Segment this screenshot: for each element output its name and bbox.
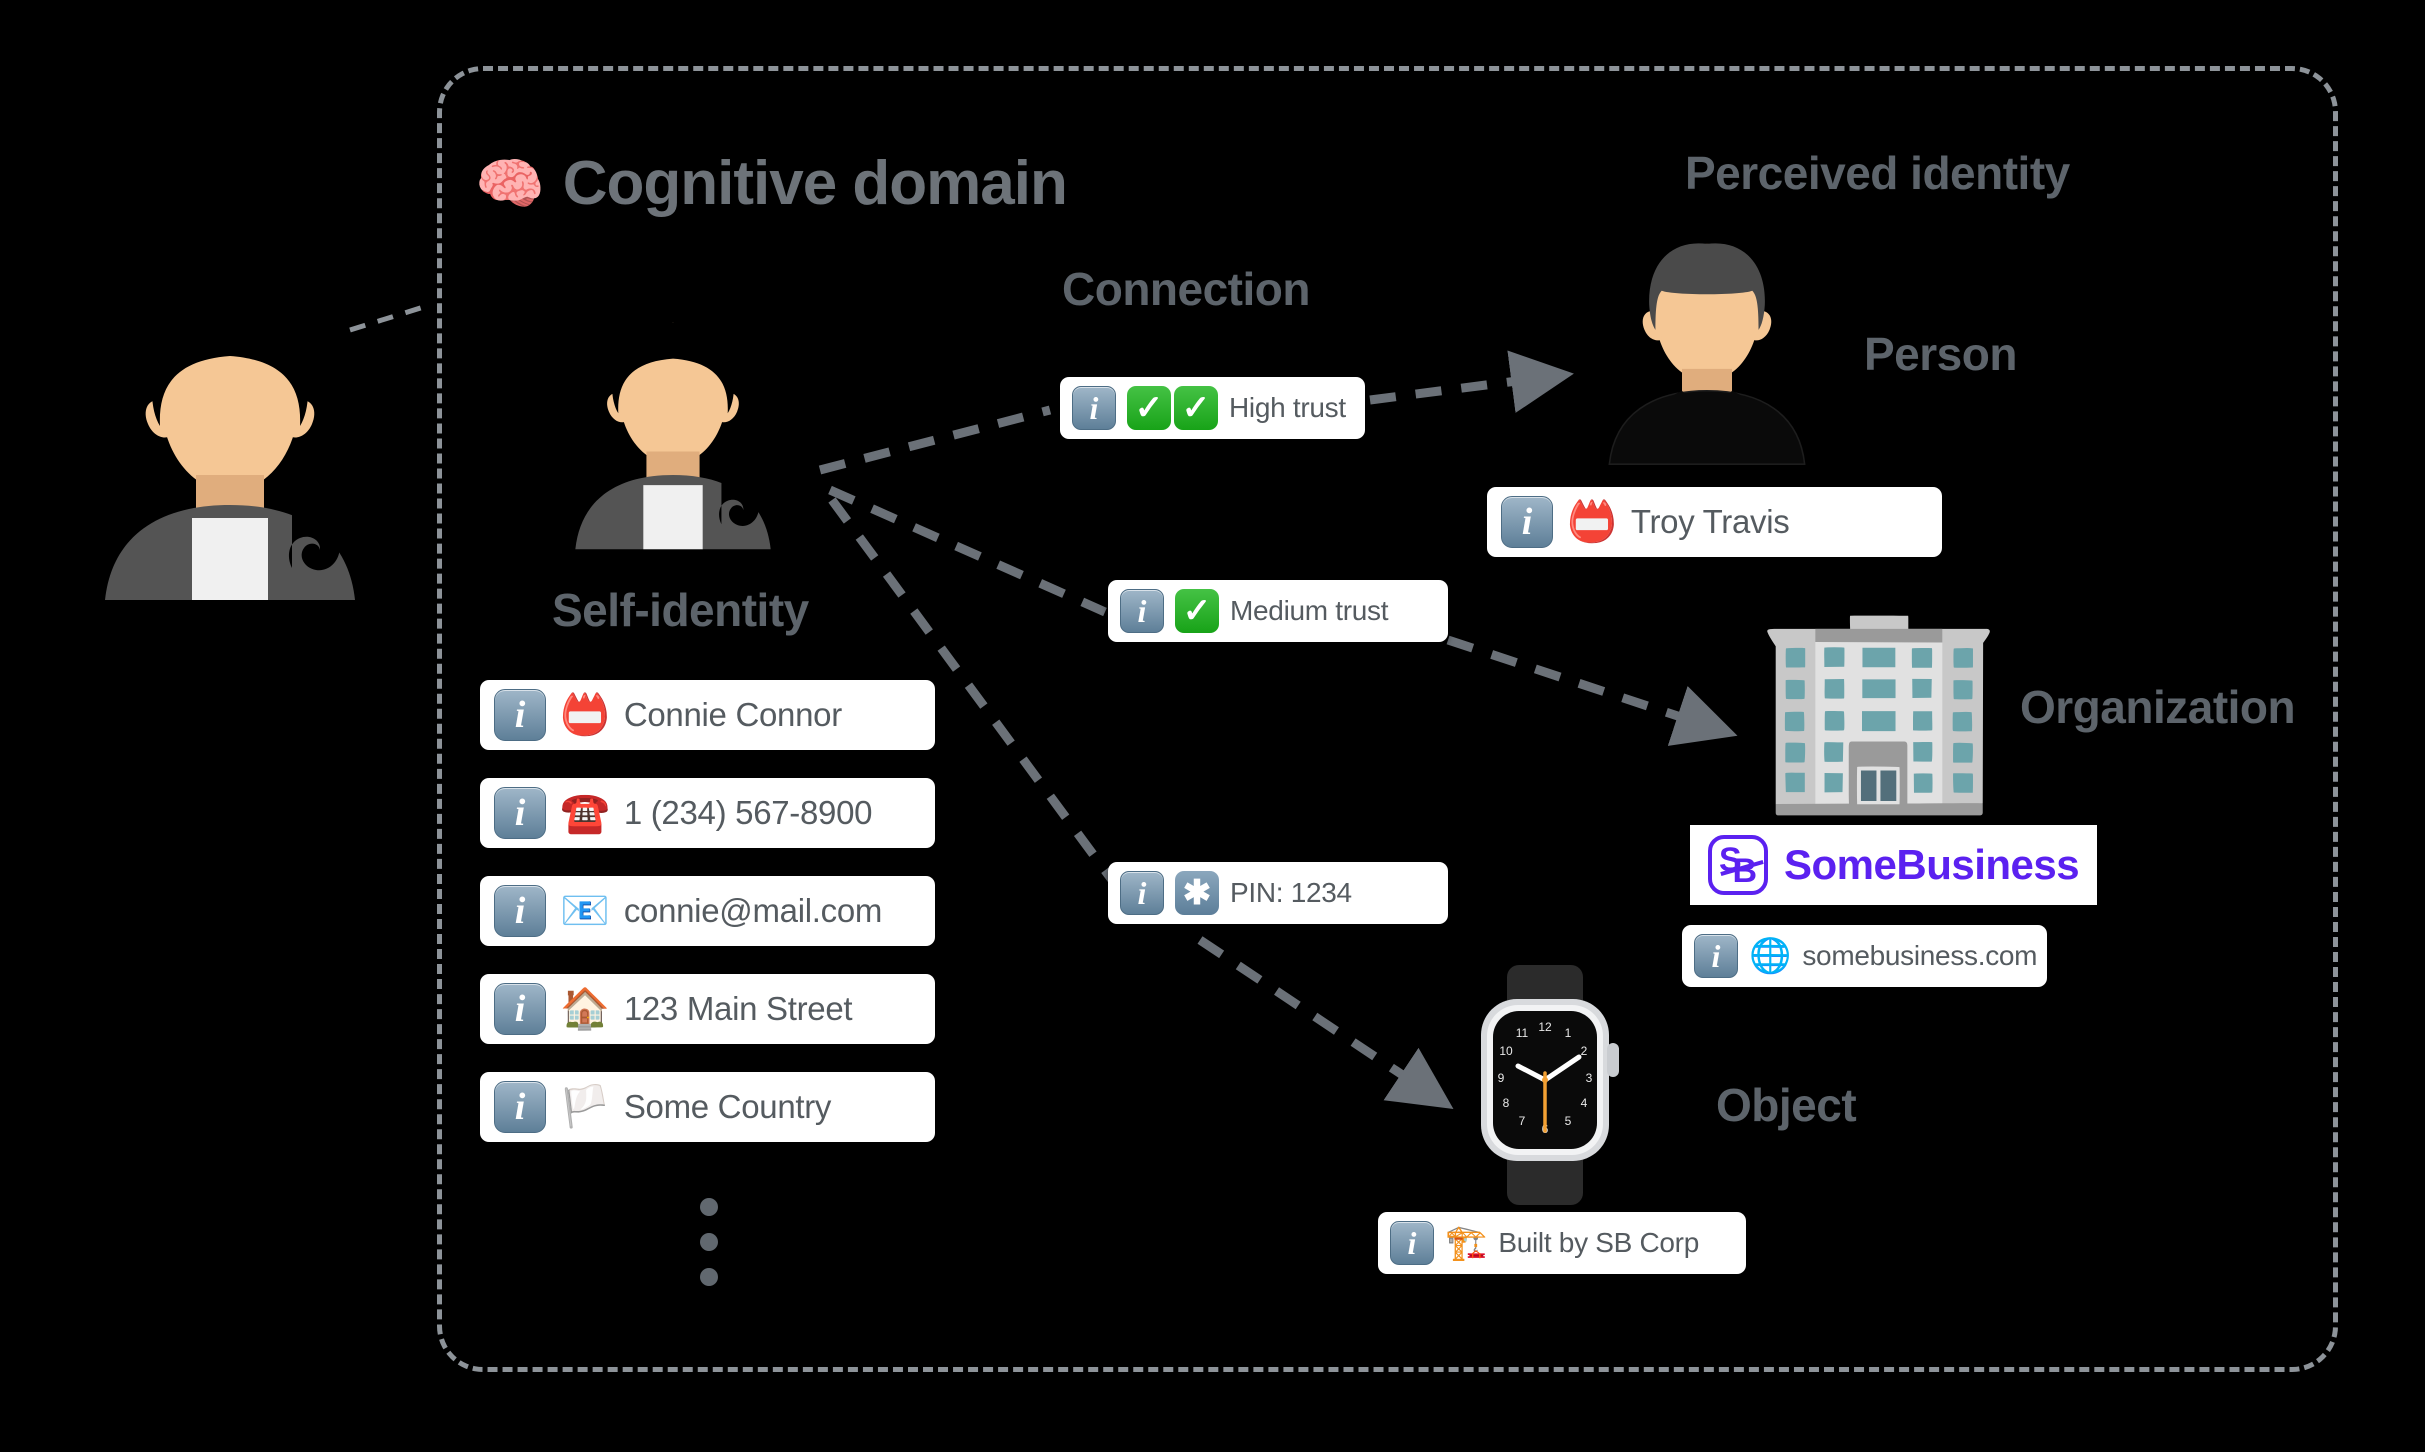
ellipsis-dot [700, 1268, 718, 1286]
svg-text:2: 2 [1581, 1044, 1588, 1058]
self-identity-value: 1 (234) 567-8900 [623, 794, 873, 831]
connection-card-medium-trust[interactable]: i ✓ Medium trust [1108, 580, 1448, 642]
self-identity-value: connie@mail.com [623, 892, 883, 929]
white-flag-icon: 🏳️ [560, 1085, 610, 1129]
domain-title-group: 🧠 Cognitive domain [475, 148, 1068, 219]
info-icon: i [1072, 386, 1116, 430]
pin-label: PIN: 1234 [1230, 877, 1352, 908]
self-identity-card[interactable]: i 📧 connie@mail.com [480, 876, 935, 946]
info-icon: i [494, 1081, 546, 1133]
check-mark-icon: ✓ [1127, 386, 1171, 430]
name-badge-icon: 📛 [1567, 500, 1617, 544]
info-icon: i [494, 689, 546, 741]
self-identity-card[interactable]: i 📛 Connie Connor [480, 680, 935, 750]
info-icon: i [1694, 934, 1738, 978]
diagram-canvas: 🧠 Cognitive domain Self-identity Connect… [0, 0, 2425, 1452]
svg-text:1: 1 [1565, 1026, 1572, 1040]
avatar-real-person [70, 300, 390, 600]
self-identity-value: 123 Main Street [623, 990, 853, 1027]
avatar-self-identity [548, 312, 798, 552]
trust-label: High trust [1229, 392, 1346, 423]
page-title: Cognitive domain [562, 149, 1068, 218]
avatar-perceived-person [1582, 222, 1832, 472]
info-icon: i [1501, 496, 1553, 548]
self-identity-card[interactable]: i ☎️ 1 (234) 567-8900 [480, 778, 935, 848]
check-mark-icon: ✓ [1175, 589, 1219, 633]
house-icon: 🏠 [560, 987, 610, 1031]
svg-text:12: 12 [1538, 1020, 1552, 1034]
self-identity-value: Connie Connor [623, 696, 842, 733]
organization-logo-card[interactable]: S B SomeBusiness [1690, 825, 2098, 905]
info-icon: i [1390, 1221, 1434, 1265]
telephone-icon: ☎️ [560, 791, 610, 835]
ellipsis-dot [700, 1233, 718, 1251]
check-mark-icon: ✓ [1174, 386, 1218, 430]
email-icon: 📧 [560, 889, 610, 933]
name-badge-icon: 📛 [560, 693, 610, 737]
info-icon: i [1120, 871, 1164, 915]
somebusiness-logo-icon: S B [1708, 835, 1768, 895]
label-person: Person [1864, 328, 2017, 380]
info-icon: i [494, 983, 546, 1035]
trust-checks: ✓ [1175, 589, 1219, 633]
label-object: Object [1716, 1079, 1857, 1131]
logo-initial-b: B [1732, 852, 1757, 890]
globe-icon: 🌐 [1749, 937, 1792, 975]
label-connection: Connection [1062, 263, 1310, 315]
svg-text:3: 3 [1586, 1071, 1593, 1085]
object-manufacturer: Built by SB Corp [1498, 1227, 1699, 1258]
info-icon: i [494, 787, 546, 839]
person-name: Troy Travis [1630, 503, 1790, 540]
label-organization: Organization [2020, 681, 2296, 733]
trust-checks: ✓ ✓ [1127, 386, 1218, 430]
object-card[interactable]: i 🏗️ Built by SB Corp [1378, 1212, 1746, 1274]
smartwatch-icon: 1212 345 678 91011 [1455, 965, 1635, 1210]
svg-text:10: 10 [1499, 1044, 1513, 1058]
ellipsis-dot [700, 1198, 718, 1216]
label-self-identity: Self-identity [552, 584, 809, 636]
person-card[interactable]: i 📛 Troy Travis [1487, 487, 1942, 557]
office-building-icon: 🏢 [1755, 593, 2005, 816]
svg-text:9: 9 [1498, 1071, 1505, 1085]
self-identity-value: Some Country [623, 1088, 832, 1125]
connection-card-pin[interactable]: i ✱ PIN: 1234 [1108, 862, 1448, 924]
trust-label: Medium trust [1230, 595, 1389, 626]
label-perceived-identity: Perceived identity [1685, 147, 2070, 199]
info-icon: i [494, 885, 546, 937]
self-identity-card[interactable]: i 🏠 123 Main Street [480, 974, 935, 1044]
connection-card-high-trust[interactable]: i ✓ ✓ High trust [1060, 377, 1365, 439]
organization-website-card[interactable]: i 🌐 somebusiness.com [1682, 925, 2047, 987]
svg-text:5: 5 [1565, 1114, 1572, 1128]
svg-text:7: 7 [1519, 1114, 1526, 1128]
more-items-ellipsis [700, 1198, 718, 1286]
crane-icon: 🏗️ [1445, 1224, 1488, 1262]
self-identity-card[interactable]: i 🏳️ Some Country [480, 1072, 935, 1142]
svg-text:4: 4 [1581, 1096, 1588, 1110]
brain-icon: 🧠 [475, 151, 545, 215]
asterisk-keycap-icon: ✱ [1175, 871, 1219, 915]
svg-text:8: 8 [1503, 1096, 1510, 1110]
organization-name: SomeBusiness [1784, 841, 2080, 888]
info-icon: i [1120, 589, 1164, 633]
svg-text:11: 11 [1516, 1026, 1529, 1040]
organization-website: somebusiness.com [1802, 940, 2038, 971]
